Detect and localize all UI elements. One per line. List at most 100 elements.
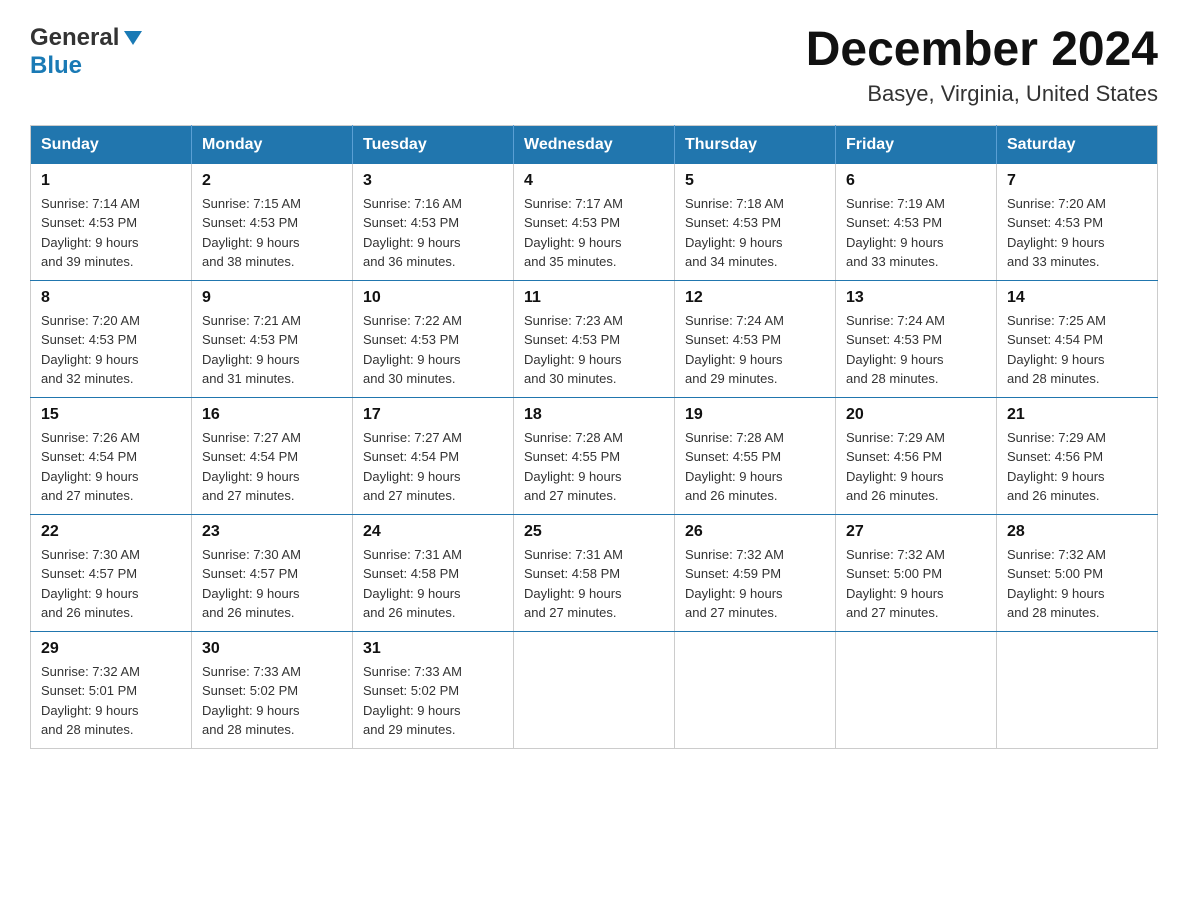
day-info: Sunrise: 7:24 AMSunset: 4:53 PMDaylight:… xyxy=(685,311,825,389)
day-number: 28 xyxy=(1007,523,1147,541)
calendar-subtitle: Basye, Virginia, United States xyxy=(806,81,1158,107)
day-number: 6 xyxy=(846,172,986,190)
calendar-day-cell: 17Sunrise: 7:27 AMSunset: 4:54 PMDayligh… xyxy=(353,397,514,514)
day-number: 12 xyxy=(685,289,825,307)
day-number: 29 xyxy=(41,640,181,658)
calendar-day-cell: 26 Sunrise: 7:32 AMSunset: 4:59 PMDayligh… xyxy=(675,514,836,631)
calendar-day-cell: 4Sunrise: 7:17 AMSunset: 4:53 PMDaylight… xyxy=(514,164,675,281)
day-info: Sunrise: 7:25 AMSunset: 4:54 PMDaylight:… xyxy=(1007,311,1147,389)
calendar-day-cell: 18 Sunrise: 7:28 AMSunset: 4:55 PMDayligh… xyxy=(514,397,675,514)
day-number: 23 xyxy=(202,523,342,541)
day-info: Sunrise: 7:32 AMSunset: 5:00 PMDaylight:… xyxy=(1007,545,1147,623)
day-number: 25 xyxy=(524,523,664,541)
day-of-week-header: Saturday xyxy=(997,125,1158,164)
calendar-day-cell xyxy=(997,631,1158,748)
day-number: 8 xyxy=(41,289,181,307)
calendar-day-cell: 9Sunrise: 7:21 AMSunset: 4:53 PMDaylight… xyxy=(192,280,353,397)
calendar-day-cell: 3 Sunrise: 7:16 AMSunset: 4:53 PMDaylight… xyxy=(353,164,514,281)
day-of-week-header: Monday xyxy=(192,125,353,164)
calendar-day-cell: 5 Sunrise: 7:18 AMSunset: 4:53 PMDaylight… xyxy=(675,164,836,281)
calendar-day-cell: 15 Sunrise: 7:26 AMSunset: 4:54 PMDayligh… xyxy=(31,397,192,514)
day-number: 5 xyxy=(685,172,825,190)
day-info: Sunrise: 7:18 AMSunset: 4:53 PMDaylight:… xyxy=(685,194,825,272)
day-info: Sunrise: 7:19 AMSunset: 4:53 PMDaylight:… xyxy=(846,194,986,272)
day-info: Sunrise: 7:31 AMSunset: 4:58 PMDaylight:… xyxy=(363,545,503,623)
calendar-week-row: 8 Sunrise: 7:20 AMSunset: 4:53 PMDaylight… xyxy=(31,280,1158,397)
calendar-week-row: 15 Sunrise: 7:26 AMSunset: 4:54 PMDayligh… xyxy=(31,397,1158,514)
day-info: Sunrise: 7:28 AMSunset: 4:55 PMDaylight:… xyxy=(524,428,664,506)
day-of-week-header: Thursday xyxy=(675,125,836,164)
day-info: Sunrise: 7:32 AMSunset: 5:00 PMDaylight:… xyxy=(846,545,986,623)
day-number: 15 xyxy=(41,406,181,424)
calendar-body: 1Sunrise: 7:14 AMSunset: 4:53 PMDaylight… xyxy=(31,164,1158,749)
calendar-day-cell: 16 Sunrise: 7:27 AMSunset: 4:54 PMDayligh… xyxy=(192,397,353,514)
day-number: 30 xyxy=(202,640,342,658)
day-info: Sunrise: 7:29 AMSunset: 4:56 PMDaylight:… xyxy=(1007,428,1147,506)
day-info: Sunrise: 7:30 AMSunset: 4:57 PMDaylight:… xyxy=(202,545,342,623)
day-info: Sunrise: 7:31 AMSunset: 4:58 PMDaylight:… xyxy=(524,545,664,623)
day-info: Sunrise: 7:26 AMSunset: 4:54 PMDaylight:… xyxy=(41,428,181,506)
day-number: 17 xyxy=(363,406,503,424)
day-info: Sunrise: 7:29 AMSunset: 4:56 PMDaylight:… xyxy=(846,428,986,506)
calendar-week-row: 1Sunrise: 7:14 AMSunset: 4:53 PMDaylight… xyxy=(31,164,1158,281)
day-number: 10 xyxy=(363,289,503,307)
day-info: Sunrise: 7:33 AMSunset: 5:02 PMDaylight:… xyxy=(202,662,342,740)
calendar-day-cell: 30 Sunrise: 7:33 AMSunset: 5:02 PMDayligh… xyxy=(192,631,353,748)
day-info: Sunrise: 7:32 AMSunset: 4:59 PMDaylight:… xyxy=(685,545,825,623)
logo-blue-text: Blue xyxy=(30,52,82,80)
day-number: 11 xyxy=(524,289,664,307)
calendar-week-row: 29 Sunrise: 7:32 AMSunset: 5:01 PMDayligh… xyxy=(31,631,1158,748)
calendar-title: December 2024 xyxy=(806,24,1158,77)
calendar-day-cell: 7Sunrise: 7:20 AMSunset: 4:53 PMDaylight… xyxy=(997,164,1158,281)
calendar-day-cell: 13Sunrise: 7:24 AMSunset: 4:53 PMDayligh… xyxy=(836,280,997,397)
page-header: General Blue December 2024 Basye, Virgin… xyxy=(30,24,1158,107)
calendar-day-cell: 31Sunrise: 7:33 AMSunset: 5:02 PMDayligh… xyxy=(353,631,514,748)
day-number: 21 xyxy=(1007,406,1147,424)
day-info: Sunrise: 7:21 AMSunset: 4:53 PMDaylight:… xyxy=(202,311,342,389)
day-info: Sunrise: 7:14 AMSunset: 4:53 PMDaylight:… xyxy=(41,194,181,272)
day-number: 27 xyxy=(846,523,986,541)
calendar-day-cell xyxy=(514,631,675,748)
day-number: 3 xyxy=(363,172,503,190)
calendar-day-cell: 23 Sunrise: 7:30 AMSunset: 4:57 PMDayligh… xyxy=(192,514,353,631)
calendar-day-cell: 28 Sunrise: 7:32 AMSunset: 5:00 PMDayligh… xyxy=(997,514,1158,631)
logo: General Blue xyxy=(30,24,144,80)
title-block: December 2024 Basye, Virginia, United St… xyxy=(806,24,1158,107)
day-number: 19 xyxy=(685,406,825,424)
day-info: Sunrise: 7:27 AMSunset: 4:54 PMDaylight:… xyxy=(202,428,342,506)
calendar-day-cell: 24 Sunrise: 7:31 AMSunset: 4:58 PMDayligh… xyxy=(353,514,514,631)
day-info: Sunrise: 7:22 AMSunset: 4:53 PMDaylight:… xyxy=(363,311,503,389)
day-info: Sunrise: 7:32 AMSunset: 5:01 PMDaylight:… xyxy=(41,662,181,740)
day-number: 22 xyxy=(41,523,181,541)
day-number: 24 xyxy=(363,523,503,541)
day-info: Sunrise: 7:30 AMSunset: 4:57 PMDaylight:… xyxy=(41,545,181,623)
day-info: Sunrise: 7:15 AMSunset: 4:53 PMDaylight:… xyxy=(202,194,342,272)
day-info: Sunrise: 7:20 AMSunset: 4:53 PMDaylight:… xyxy=(41,311,181,389)
day-of-week-header: Sunday xyxy=(31,125,192,164)
day-number: 16 xyxy=(202,406,342,424)
logo-general-text: General xyxy=(30,24,119,52)
day-number: 18 xyxy=(524,406,664,424)
calendar-header: SundayMondayTuesdayWednesdayThursdayFrid… xyxy=(31,125,1158,164)
calendar-day-cell xyxy=(836,631,997,748)
calendar-day-cell: 1Sunrise: 7:14 AMSunset: 4:53 PMDaylight… xyxy=(31,164,192,281)
calendar-week-row: 22 Sunrise: 7:30 AMSunset: 4:57 PMDayligh… xyxy=(31,514,1158,631)
day-number: 2 xyxy=(202,172,342,190)
day-of-week-header: Friday xyxy=(836,125,997,164)
day-number: 7 xyxy=(1007,172,1147,190)
calendar-day-cell: 6 Sunrise: 7:19 AMSunset: 4:53 PMDaylight… xyxy=(836,164,997,281)
days-of-week-row: SundayMondayTuesdayWednesdayThursdayFrid… xyxy=(31,125,1158,164)
day-info: Sunrise: 7:28 AMSunset: 4:55 PMDaylight:… xyxy=(685,428,825,506)
day-info: Sunrise: 7:24 AMSunset: 4:53 PMDaylight:… xyxy=(846,311,986,389)
logo-arrow-icon xyxy=(122,27,144,49)
calendar-day-cell: 12 Sunrise: 7:24 AMSunset: 4:53 PMDayligh… xyxy=(675,280,836,397)
day-number: 4 xyxy=(524,172,664,190)
calendar-day-cell: 20Sunrise: 7:29 AMSunset: 4:56 PMDayligh… xyxy=(836,397,997,514)
calendar-table: SundayMondayTuesdayWednesdayThursdayFrid… xyxy=(30,125,1158,749)
day-info: Sunrise: 7:16 AMSunset: 4:53 PMDaylight:… xyxy=(363,194,503,272)
day-number: 31 xyxy=(363,640,503,658)
day-number: 14 xyxy=(1007,289,1147,307)
day-number: 26 xyxy=(685,523,825,541)
calendar-day-cell: 22 Sunrise: 7:30 AMSunset: 4:57 PMDayligh… xyxy=(31,514,192,631)
calendar-day-cell: 2 Sunrise: 7:15 AMSunset: 4:53 PMDaylight… xyxy=(192,164,353,281)
